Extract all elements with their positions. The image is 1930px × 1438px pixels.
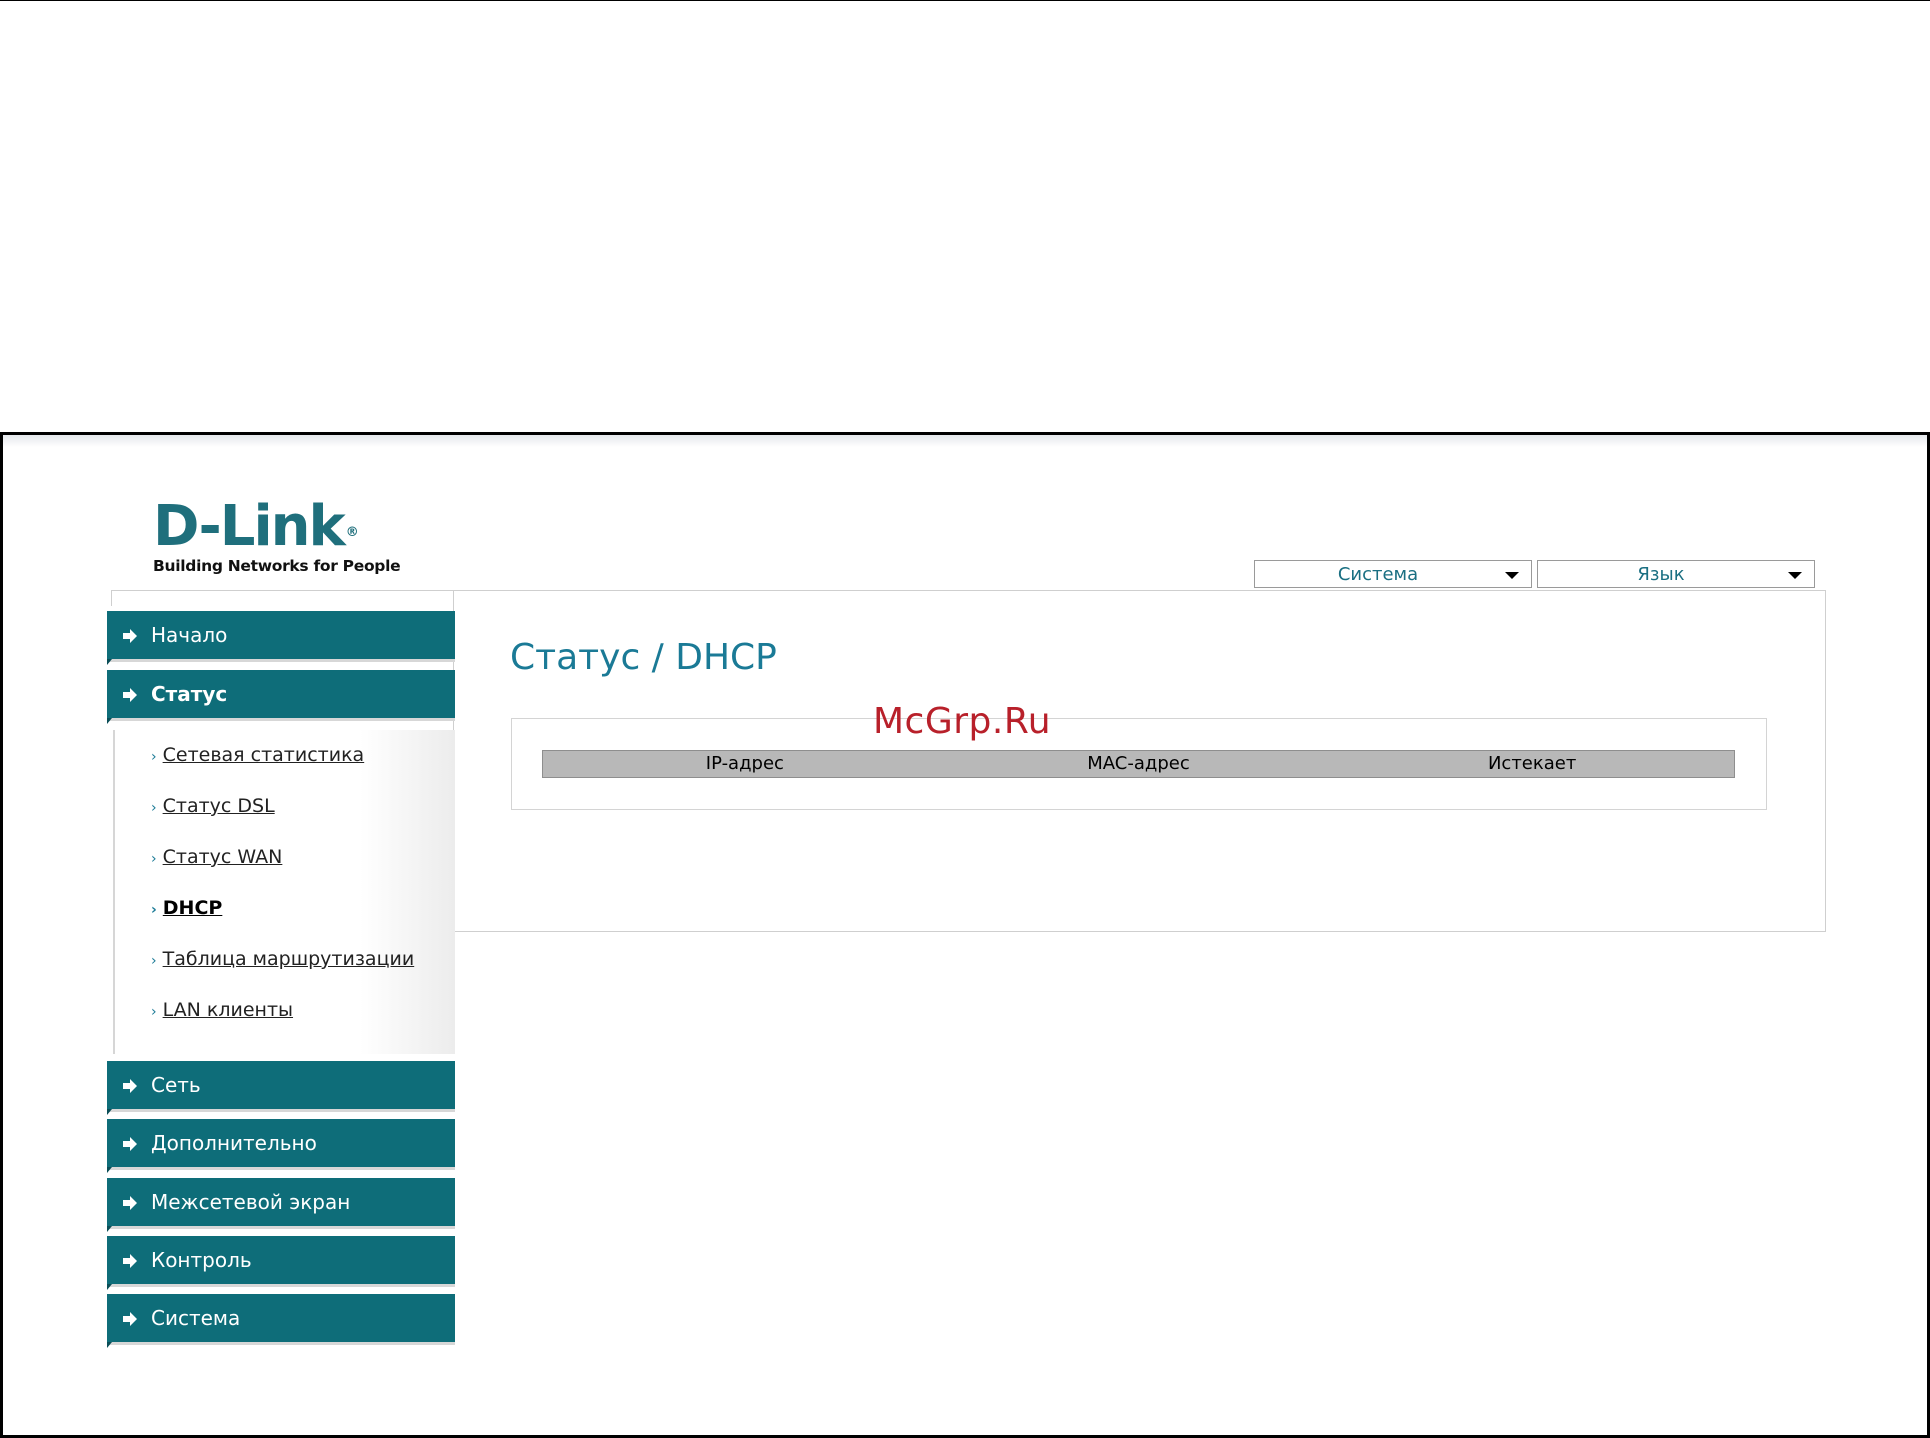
top-rule — [0, 0, 1930, 1]
arrow-right-icon — [121, 1134, 139, 1152]
sidebar-outline — [111, 590, 455, 606]
column-ip-address: IP-адрес — [705, 753, 784, 774]
column-mac-address: MAC-адрес — [1087, 753, 1190, 774]
bullet-icon: › — [151, 902, 157, 918]
arrow-right-icon — [121, 685, 139, 703]
chevron-down-icon — [1505, 572, 1519, 579]
submenu-item-dsl-status[interactable]: › Статус DSL — [151, 795, 275, 817]
sidebar-item-network[interactable]: Сеть — [107, 1061, 455, 1115]
dhcp-table-container: IP-адрес MAC-адрес Истекает — [511, 718, 1767, 810]
bullet-icon: › — [151, 800, 157, 816]
language-select-label: Язык — [1637, 564, 1685, 585]
browser-frame: D-Link ® Building Networks for People Сис… — [0, 432, 1930, 1438]
dlink-logo: D-Link ® Building Networks for People — [153, 494, 401, 576]
bullet-icon: › — [151, 953, 157, 969]
submenu-item-dhcp[interactable]: › DHCP — [151, 897, 222, 919]
sidebar-item-system[interactable]: Система — [107, 1294, 455, 1348]
submenu-item-wan-status[interactable]: › Статус WAN — [151, 846, 282, 868]
logo-tagline: Building Networks for People — [153, 557, 401, 575]
column-expires: Истекает — [1487, 753, 1577, 774]
language-select[interactable]: Язык — [1537, 560, 1815, 588]
system-select[interactable]: Система — [1254, 560, 1532, 588]
sidebar-item-label: Сеть — [151, 1073, 201, 1097]
system-select-label: Система — [1337, 564, 1419, 585]
sidebar-item-label: Дополнительно — [151, 1131, 317, 1155]
arrow-right-icon — [121, 1309, 139, 1327]
bullet-icon: › — [151, 1004, 157, 1020]
sidebar-item-label: Статус — [151, 682, 228, 706]
sidebar-item-label: Система — [151, 1306, 241, 1330]
dhcp-table-header: IP-адрес MAC-адрес Истекает — [542, 750, 1735, 778]
sidebar-item-advanced[interactable]: Дополнительно — [107, 1119, 455, 1173]
arrow-right-icon — [121, 1251, 139, 1269]
page-title: Статус / DHCP — [510, 637, 777, 678]
bullet-icon: › — [151, 749, 157, 765]
sidebar-item-home[interactable]: Начало — [107, 611, 455, 665]
logo-brand: D-Link ® — [153, 494, 359, 559]
submenu-item-lan-clients[interactable]: › LAN клиенты — [151, 999, 293, 1021]
bullet-icon: › — [151, 851, 157, 867]
arrow-right-icon — [121, 626, 139, 644]
watermark: McGrp.Ru — [873, 701, 1052, 742]
submenu-item-routing-table[interactable]: › Таблица маршрутизации — [151, 948, 414, 970]
sidebar-item-status[interactable]: Статус — [107, 670, 455, 724]
sidebar-item-firewall[interactable]: Межсетевой экран — [107, 1178, 455, 1232]
sidebar-item-control[interactable]: Контроль — [107, 1236, 455, 1290]
arrow-right-icon — [121, 1076, 139, 1094]
sidebar-item-label: Начало — [151, 623, 228, 647]
sidebar-item-label: Межсетевой экран — [151, 1190, 351, 1214]
sidebar-item-label: Контроль — [151, 1248, 252, 1272]
chevron-down-icon — [1788, 572, 1802, 579]
content-panel: Статус / DHCP IP-адрес MAC-адрес Истекае… — [453, 590, 1826, 932]
submenu-item-network-stats[interactable]: › Сетевая статистика — [151, 744, 364, 766]
arrow-right-icon — [121, 1193, 139, 1211]
